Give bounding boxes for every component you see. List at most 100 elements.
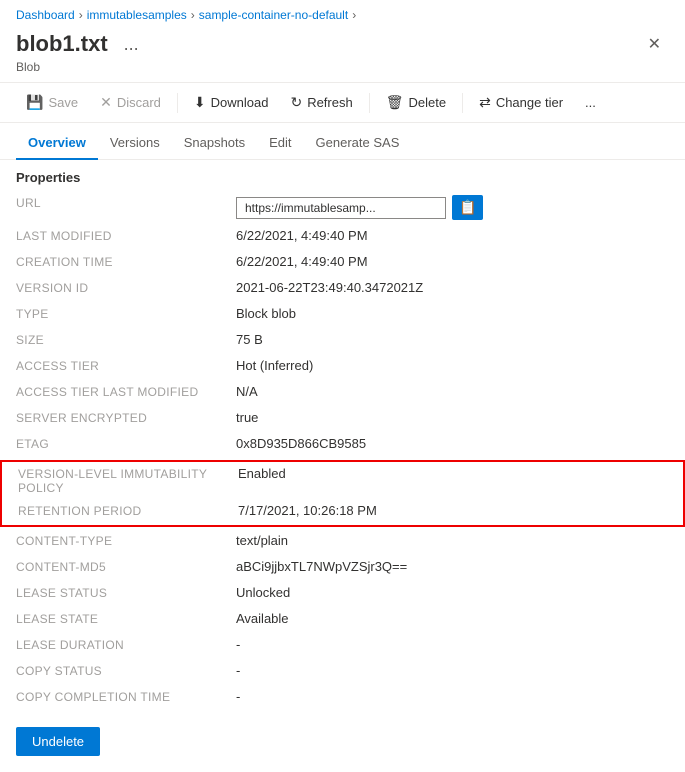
prop-val-access-tier-last-modified: N/A bbox=[236, 384, 669, 399]
property-row-access-tier-last-modified: ACCESS TIER LAST MODIFIED N/A bbox=[0, 380, 685, 406]
delete-button[interactable]: 🗑 Delete bbox=[376, 89, 456, 116]
toolbar-sep-1 bbox=[177, 93, 178, 113]
prop-val-last-modified: 6/22/2021, 4:49:40 PM bbox=[236, 228, 669, 243]
prop-key-version-id: VERSION ID bbox=[16, 280, 236, 295]
property-row-type: TYPE Block blob bbox=[0, 302, 685, 328]
property-row-version-id: VERSION ID 2021-06-22T23:49:40.3472021Z bbox=[0, 276, 685, 302]
refresh-button[interactable]: ↻ Refresh bbox=[280, 89, 362, 116]
prop-key-size: SIZE bbox=[16, 332, 236, 347]
property-row-creation-time: CREATION TIME 6/22/2021, 4:49:40 PM bbox=[0, 250, 685, 276]
property-row-copy-completion-time: COPY COMPLETION TIME - bbox=[0, 685, 685, 711]
prop-key-access-tier-last-modified: ACCESS TIER LAST MODIFIED bbox=[16, 384, 236, 399]
discard-button[interactable]: ✕ Discard bbox=[90, 89, 171, 116]
header: blob1.txt ... ✕ bbox=[0, 26, 685, 60]
immutability-policy-box: VERSION-LEVEL IMMUTABILITY POLICY Enable… bbox=[0, 460, 685, 527]
prop-key-immutability-policy: VERSION-LEVEL IMMUTABILITY POLICY bbox=[18, 466, 238, 495]
delete-label: Delete bbox=[409, 95, 447, 110]
breadcrumb-sep-3: › bbox=[352, 8, 356, 22]
page-title: blob1.txt bbox=[16, 31, 108, 57]
prop-key-type: TYPE bbox=[16, 306, 236, 321]
url-input[interactable] bbox=[236, 197, 446, 219]
undelete-button[interactable]: Undelete bbox=[16, 727, 100, 756]
tab-overview[interactable]: Overview bbox=[16, 127, 98, 160]
prop-key-creation-time: CREATION TIME bbox=[16, 254, 236, 269]
prop-val-copy-completion-time: - bbox=[236, 689, 669, 704]
prop-val-retention-period: 7/17/2021, 10:26:18 PM bbox=[238, 503, 667, 518]
prop-val-etag: 0x8D935D866CB9585 bbox=[236, 436, 669, 451]
refresh-icon: ↻ bbox=[290, 94, 302, 111]
toolbar-sep-3 bbox=[462, 93, 463, 113]
property-row-content-md5: CONTENT-MD5 aBCi9jjbxTL7NWpVZSjr3Q== bbox=[0, 555, 685, 581]
discard-icon: ✕ bbox=[100, 94, 112, 111]
prop-val-lease-status: Unlocked bbox=[236, 585, 669, 600]
save-label: Save bbox=[48, 95, 78, 110]
prop-val-size: 75 B bbox=[236, 332, 669, 347]
breadcrumb-immutablesamples[interactable]: immutablesamples bbox=[87, 8, 187, 22]
property-row-server-encrypted: SERVER ENCRYPTED true bbox=[0, 406, 685, 432]
save-icon: 💾 bbox=[26, 94, 43, 111]
copy-url-button[interactable]: 📋 bbox=[452, 195, 483, 220]
tab-edit[interactable]: Edit bbox=[257, 127, 303, 160]
prop-val-content-type: text/plain bbox=[236, 533, 669, 548]
property-row-immutability-policy: VERSION-LEVEL IMMUTABILITY POLICY Enable… bbox=[2, 462, 683, 499]
prop-key-content-type: CONTENT-TYPE bbox=[16, 533, 236, 548]
prop-key-url: URL bbox=[16, 195, 236, 210]
delete-icon: 🗑 bbox=[386, 94, 404, 111]
prop-val-server-encrypted: true bbox=[236, 410, 669, 425]
change-tier-icon: ⇄ bbox=[479, 94, 491, 111]
property-row-lease-state: LEASE STATE Available bbox=[0, 607, 685, 633]
breadcrumb-dashboard[interactable]: Dashboard bbox=[16, 8, 75, 22]
tab-generate-sas[interactable]: Generate SAS bbox=[304, 127, 412, 160]
download-icon: ⬇ bbox=[194, 94, 206, 111]
property-row-content-type: CONTENT-TYPE text/plain bbox=[0, 529, 685, 555]
property-row-url: URL 📋 bbox=[0, 191, 685, 224]
change-tier-label: Change tier bbox=[496, 95, 563, 110]
more-button[interactable]: ... bbox=[575, 90, 606, 115]
prop-key-copy-status: COPY STATUS bbox=[16, 663, 236, 678]
toolbar-sep-2 bbox=[369, 93, 370, 113]
tab-snapshots[interactable]: Snapshots bbox=[172, 127, 257, 160]
breadcrumb-container[interactable]: sample-container-no-default bbox=[199, 8, 348, 22]
property-row-access-tier: ACCESS TIER Hot (Inferred) bbox=[0, 354, 685, 380]
prop-key-copy-completion-time: COPY COMPLETION TIME bbox=[16, 689, 236, 704]
prop-val-lease-duration: - bbox=[236, 637, 669, 652]
property-row-lease-duration: LEASE DURATION - bbox=[0, 633, 685, 659]
prop-key-last-modified: LAST MODIFIED bbox=[16, 228, 236, 243]
prop-key-etag: ETAG bbox=[16, 436, 236, 451]
property-row-size: SIZE 75 B bbox=[0, 328, 685, 354]
prop-val-immutability-policy: Enabled bbox=[238, 466, 667, 481]
breadcrumb-sep-1: › bbox=[79, 8, 83, 22]
prop-val-content-md5: aBCi9jjbxTL7NWpVZSjr3Q== bbox=[236, 559, 669, 574]
prop-val-url: 📋 bbox=[236, 195, 669, 220]
property-row-retention-period: RETENTION PERIOD 7/17/2021, 10:26:18 PM bbox=[2, 499, 683, 525]
prop-key-server-encrypted: SERVER ENCRYPTED bbox=[16, 410, 236, 425]
more-label: ... bbox=[585, 95, 596, 110]
prop-val-access-tier: Hot (Inferred) bbox=[236, 358, 669, 373]
save-button[interactable]: 💾 Save bbox=[16, 89, 88, 116]
property-row-copy-status: COPY STATUS - bbox=[0, 659, 685, 685]
prop-key-lease-duration: LEASE DURATION bbox=[16, 637, 236, 652]
property-row-lease-status: LEASE STATUS Unlocked bbox=[0, 581, 685, 607]
prop-val-copy-status: - bbox=[236, 663, 669, 678]
download-label: Download bbox=[211, 95, 269, 110]
prop-val-type: Block blob bbox=[236, 306, 669, 321]
header-ellipsis-button[interactable]: ... bbox=[118, 32, 145, 57]
prop-key-content-md5: CONTENT-MD5 bbox=[16, 559, 236, 574]
refresh-label: Refresh bbox=[307, 95, 353, 110]
prop-key-retention-period: RETENTION PERIOD bbox=[18, 503, 238, 518]
discard-label: Discard bbox=[117, 95, 161, 110]
download-button[interactable]: ⬇ Download bbox=[184, 89, 279, 116]
prop-key-access-tier: ACCESS TIER bbox=[16, 358, 236, 373]
prop-val-version-id: 2021-06-22T23:49:40.3472021Z bbox=[236, 280, 669, 295]
tabs-bar: Overview Versions Snapshots Edit Generat… bbox=[0, 127, 685, 160]
properties-section-label: Properties bbox=[0, 160, 685, 191]
prop-key-lease-status: LEASE STATUS bbox=[16, 585, 236, 600]
breadcrumb-sep-2: › bbox=[191, 8, 195, 22]
prop-val-creation-time: 6/22/2021, 4:49:40 PM bbox=[236, 254, 669, 269]
prop-val-lease-state: Available bbox=[236, 611, 669, 626]
close-button[interactable]: ✕ bbox=[640, 30, 669, 58]
breadcrumb: Dashboard › immutablesamples › sample-co… bbox=[0, 0, 685, 26]
properties-table: URL 📋 LAST MODIFIED 6/22/2021, 4:49:40 P… bbox=[0, 191, 685, 711]
change-tier-button[interactable]: ⇄ Change tier bbox=[469, 89, 573, 116]
tab-versions[interactable]: Versions bbox=[98, 127, 172, 160]
